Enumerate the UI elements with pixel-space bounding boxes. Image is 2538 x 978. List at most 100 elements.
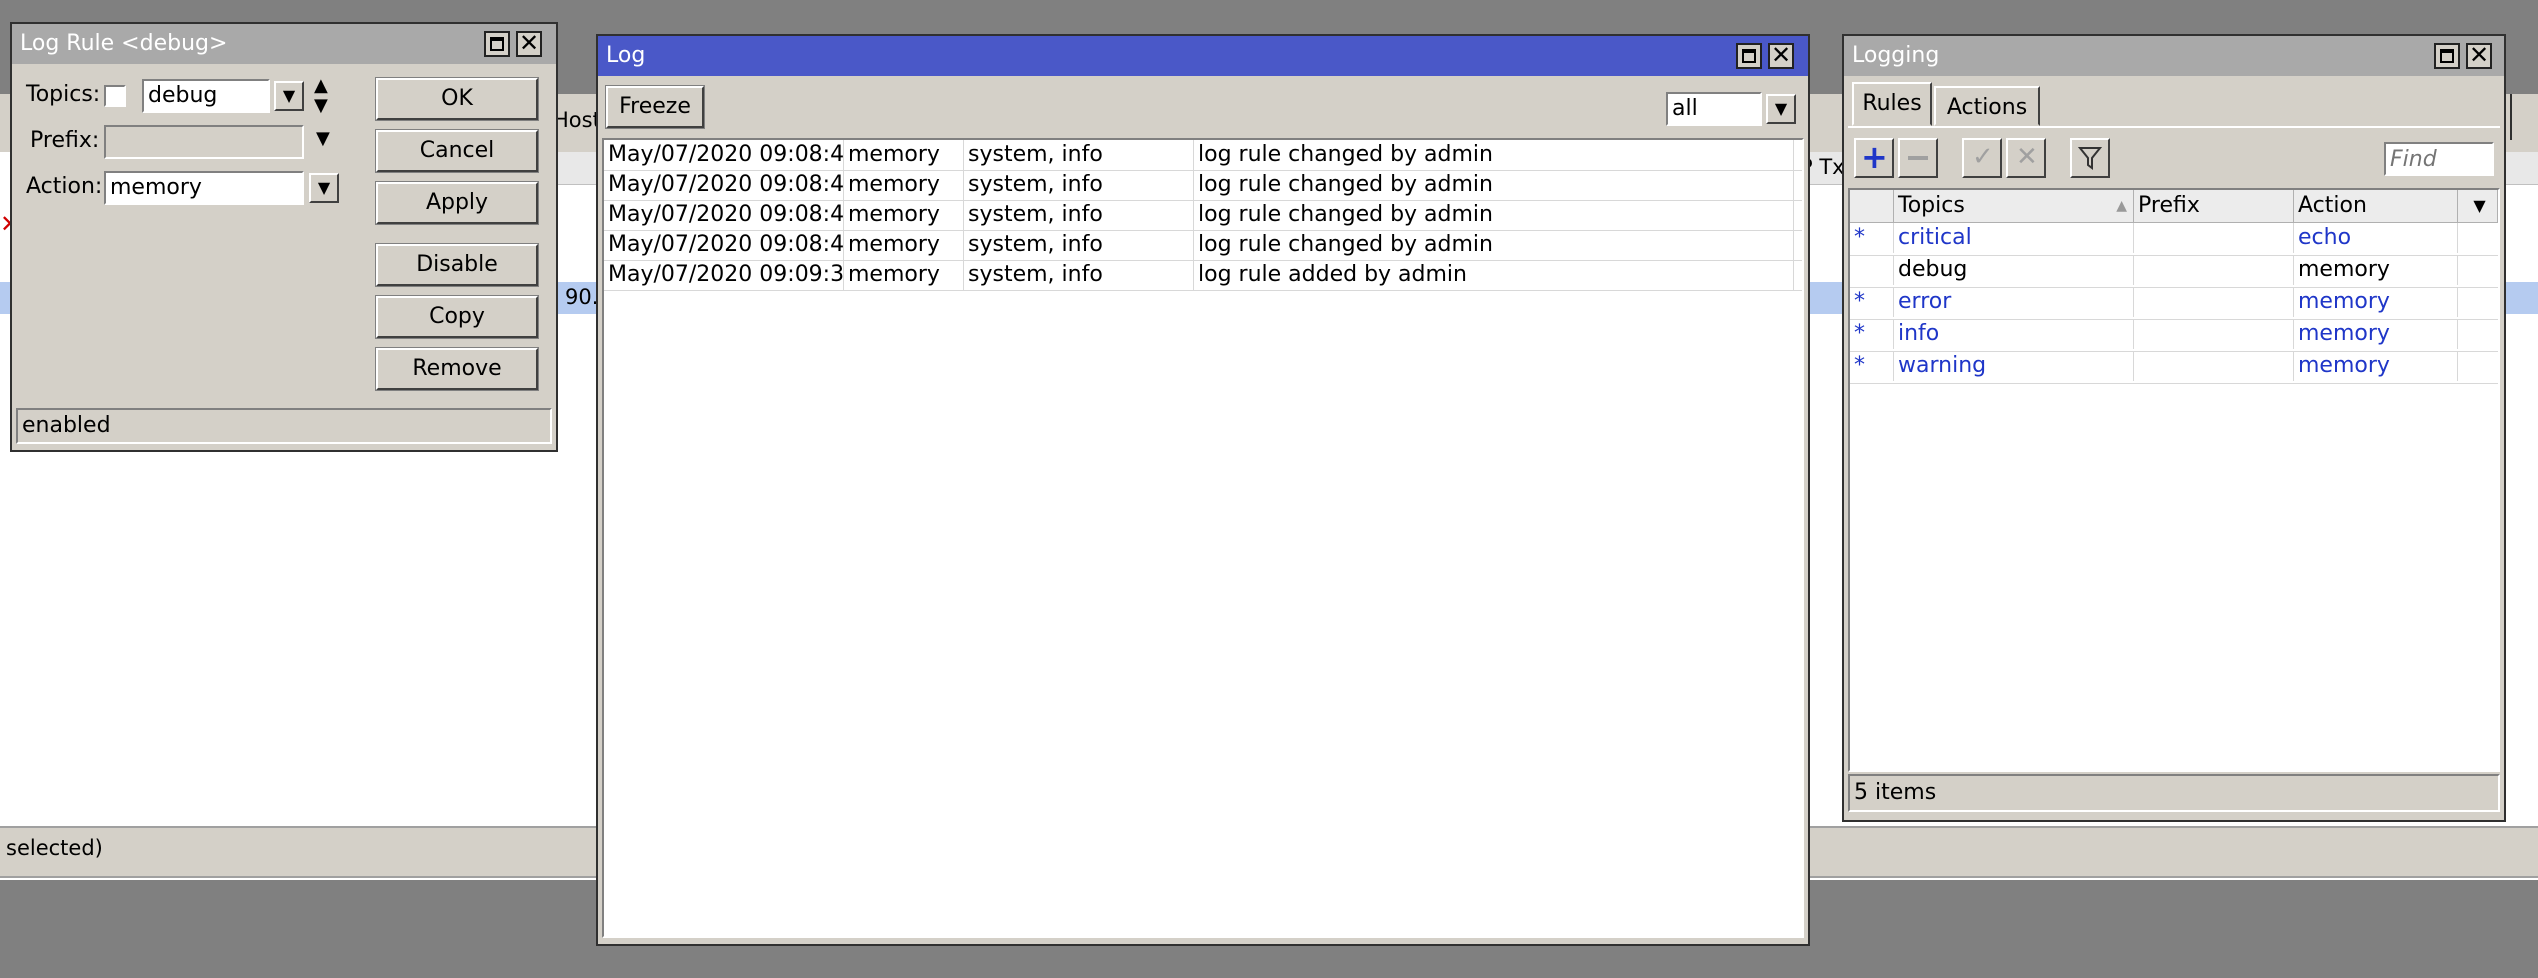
- x-icon: ✕: [2016, 142, 2038, 172]
- action-label: Action:: [26, 174, 103, 199]
- rule-prefix: [2134, 223, 2294, 253]
- tab-actions[interactable]: Actions: [1934, 86, 2040, 126]
- tab-divider: [1848, 126, 2500, 128]
- log-topics: system, info: [964, 230, 1194, 260]
- rule-row[interactable]: debug memory: [1850, 255, 2498, 288]
- close-button[interactable]: ✕: [2466, 42, 2492, 69]
- log-row[interactable]: May/07/2020 09:08:49 memory system, info…: [604, 200, 1802, 231]
- rule-prefix: [2134, 351, 2294, 381]
- ok-button[interactable]: OK: [375, 77, 539, 121]
- main-status-text: selected): [6, 836, 103, 860]
- rule-row[interactable]: * info memory: [1850, 319, 2498, 352]
- log-row[interactable]: May/07/2020 09:08:49 memory system, info…: [604, 140, 1802, 171]
- disable-button[interactable]: Disable: [375, 243, 539, 287]
- maximize-icon: [2440, 49, 2454, 63]
- log-titlebar[interactable]: Log: [598, 36, 1808, 76]
- apply-button[interactable]: Apply: [375, 181, 539, 225]
- rule-status-bar: enabled: [16, 408, 552, 444]
- rule-row[interactable]: * critical echo: [1850, 223, 2498, 256]
- log-buffer: memory: [844, 200, 964, 230]
- rule-row[interactable]: * warning memory: [1850, 351, 2498, 384]
- rule-topics: critical: [1894, 223, 2134, 253]
- log-row[interactable]: May/07/2020 09:08:49 memory system, info…: [604, 230, 1802, 261]
- topics-add-remove-icon[interactable]: ▲ ▼: [314, 76, 328, 116]
- rule-topics: debug: [1894, 255, 2134, 285]
- log-time: May/07/2020 09:09:34: [604, 260, 844, 290]
- action-dropdown-button[interactable]: ▼: [309, 173, 339, 203]
- rule-action: echo: [2294, 223, 2458, 253]
- close-icon: ✕: [518, 29, 540, 57]
- topics-label: Topics:: [26, 82, 101, 107]
- rule-prefix: [2134, 319, 2294, 349]
- action-field[interactable]: memory: [104, 171, 304, 205]
- plus-icon: +: [1861, 138, 1888, 176]
- topics-negate-checkbox[interactable]: [104, 85, 126, 107]
- log-filter-dropdown-button[interactable]: ▼: [1766, 94, 1796, 124]
- offscreen-window-edge: [2510, 94, 2538, 140]
- flag-column-header[interactable]: [1850, 190, 1894, 222]
- log-rule-titlebar[interactable]: Log Rule <debug>: [12, 24, 556, 64]
- remove-button[interactable]: Remove: [375, 347, 539, 391]
- add-button[interactable]: +: [1854, 138, 1894, 178]
- rule-topics: error: [1894, 287, 2134, 317]
- log-time: May/07/2020 09:08:49: [604, 200, 844, 230]
- topics-column-header[interactable]: Topics ▲: [1894, 190, 2134, 222]
- tab-rules[interactable]: Rules: [1852, 82, 1932, 126]
- log-time: May/07/2020 09:08:49: [604, 230, 844, 260]
- check-icon: ✓: [1972, 142, 1994, 172]
- log-row[interactable]: May/07/2020 09:09:34 memory system, info…: [604, 260, 1802, 291]
- maximize-icon: [1742, 49, 1756, 63]
- remove-rule-button[interactable]: [1898, 138, 1938, 178]
- log-topics: system, info: [964, 170, 1194, 200]
- topics-field[interactable]: debug: [142, 79, 270, 113]
- logging-title: Logging: [1852, 43, 1940, 68]
- filter-button[interactable]: [2070, 138, 2110, 178]
- log-time: May/07/2020 09:08:49: [604, 170, 844, 200]
- cancel-button[interactable]: Cancel: [375, 129, 539, 173]
- log-row[interactable]: May/07/2020 09:08:49 memory system, info…: [604, 170, 1802, 201]
- topics-dropdown-button[interactable]: ▼: [274, 81, 304, 111]
- toolbar-column-host: Host: [553, 108, 601, 132]
- prefix-field[interactable]: [104, 125, 304, 159]
- log-filter-select[interactable]: all: [1666, 92, 1762, 126]
- logging-titlebar[interactable]: Logging: [1844, 36, 2504, 76]
- log-buffer: memory: [844, 170, 964, 200]
- topics-column-label: Topics: [1898, 193, 1965, 218]
- close-button[interactable]: ✕: [1768, 42, 1794, 69]
- log-message: log rule changed by admin: [1194, 140, 1794, 170]
- rule-flag: *: [1850, 223, 1894, 253]
- maximize-button[interactable]: [484, 31, 510, 57]
- log-rule-title: Log Rule <debug>: [20, 31, 228, 56]
- columns-menu-button[interactable]: ▼: [2458, 190, 2498, 222]
- log-message: log rule added by admin: [1194, 260, 1794, 290]
- log-topics: system, info: [964, 260, 1194, 290]
- maximize-button[interactable]: [1736, 43, 1762, 69]
- prefix-label: Prefix:: [30, 128, 100, 153]
- disable-rule-button[interactable]: ✕: [2006, 138, 2046, 178]
- copy-button[interactable]: Copy: [375, 295, 539, 339]
- enable-button[interactable]: ✓: [1962, 138, 2002, 178]
- log-message: log rule changed by admin: [1194, 230, 1794, 260]
- rules-table-header: Topics ▲ Prefix Action ▼: [1850, 190, 2498, 223]
- logging-window: Logging ✕ Rules Actions + ✓ ✕ Topics ▲ P…: [1842, 34, 2506, 822]
- prefix-dropdown-icon[interactable]: ▼: [316, 128, 330, 149]
- rule-action: memory: [2294, 351, 2458, 381]
- find-input[interactable]: [2384, 142, 2494, 176]
- logging-status-bar: 5 items: [1848, 774, 2500, 812]
- log-buffer: memory: [844, 260, 964, 290]
- minus-icon: [1908, 156, 1928, 160]
- log-message: log rule changed by admin: [1194, 200, 1794, 230]
- rule-flag: [1850, 255, 1894, 285]
- rule-prefix: [2134, 255, 2294, 285]
- rule-flag: *: [1850, 287, 1894, 317]
- action-column-header[interactable]: Action: [2294, 190, 2458, 222]
- log-buffer: memory: [844, 140, 964, 170]
- prefix-column-header[interactable]: Prefix: [2134, 190, 2294, 222]
- log-title: Log: [606, 43, 646, 68]
- rule-topics: warning: [1894, 351, 2134, 381]
- maximize-button[interactable]: [2434, 43, 2460, 69]
- close-button[interactable]: ✕: [516, 29, 542, 57]
- sort-ascending-icon: ▲: [2116, 198, 2127, 214]
- freeze-button[interactable]: Freeze: [605, 85, 705, 129]
- rule-row[interactable]: * error memory: [1850, 287, 2498, 320]
